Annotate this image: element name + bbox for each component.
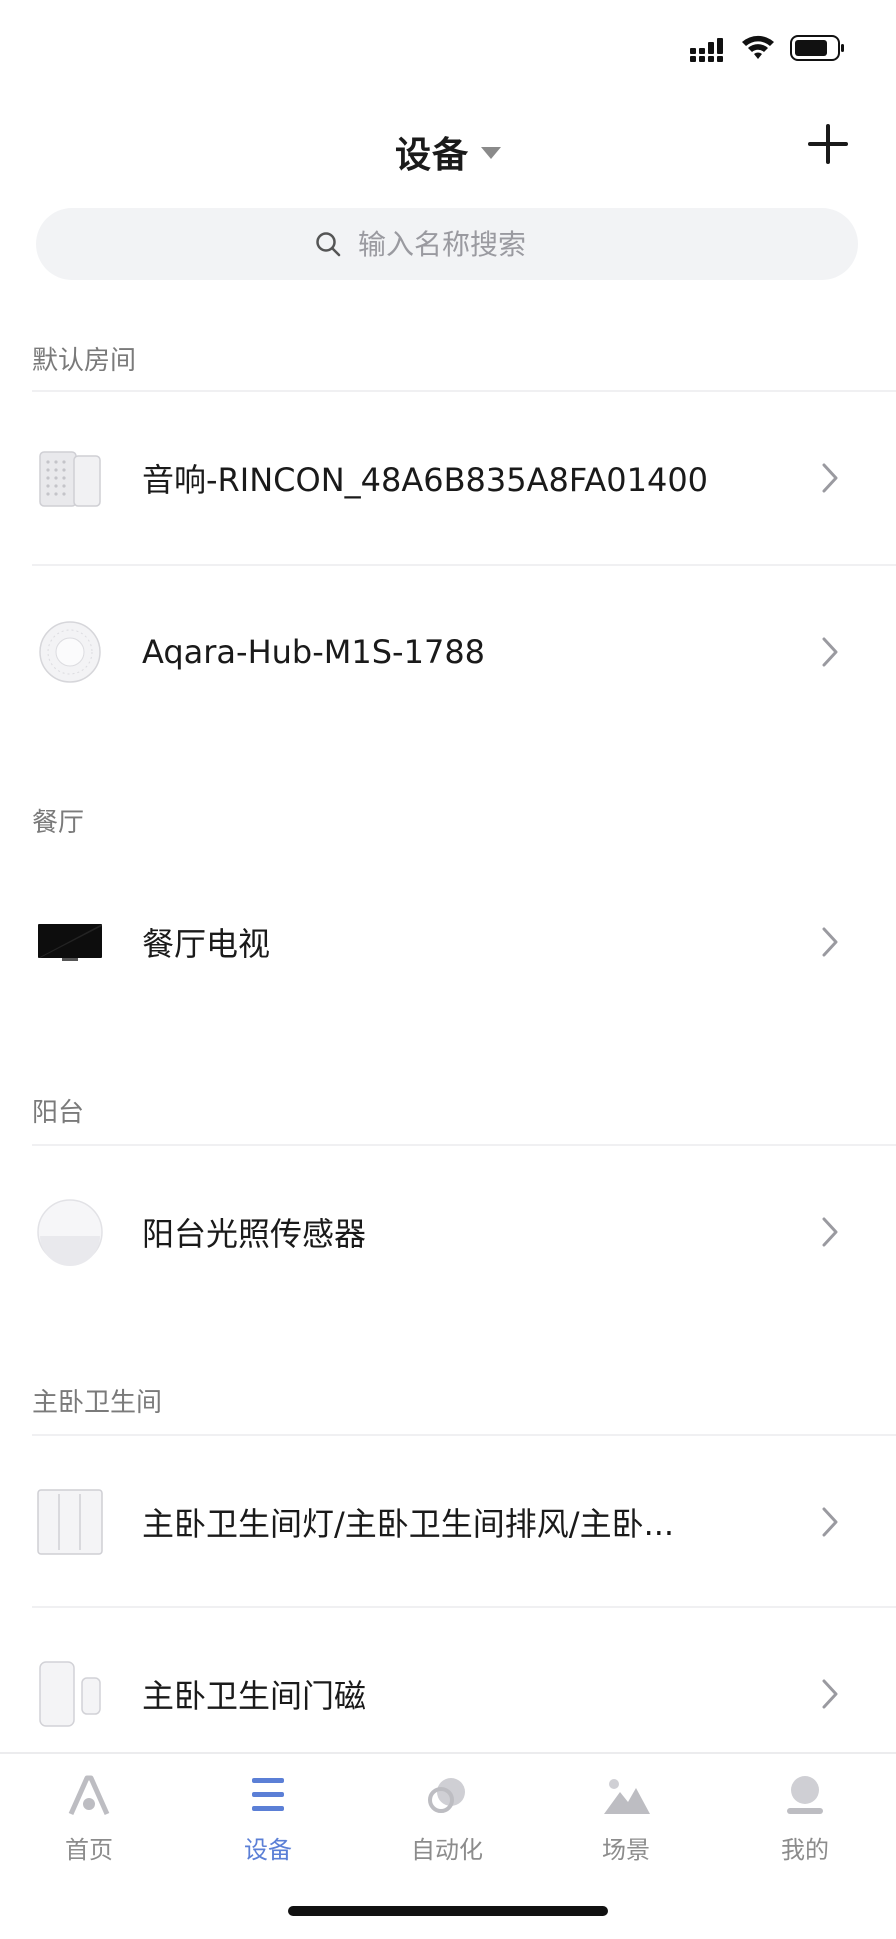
tab-automation[interactable]: 自动化 <box>387 1772 507 1882</box>
automation-icon <box>428 1778 465 1813</box>
section-label-dining-room: 餐厅 <box>32 808 85 838</box>
tab-label: 设备 <box>244 1836 292 1864</box>
cellular-signal-icon <box>690 38 723 62</box>
device-name: 餐厅电视 <box>142 925 271 963</box>
search-input[interactable] <box>356 226 580 262</box>
wifi-icon <box>742 35 774 59</box>
page-title-dropdown[interactable]: 设备 <box>0 126 896 178</box>
device-row-speaker[interactable]: 音响-RINCON_48A6B835A8FA01400 <box>0 392 896 564</box>
chevron-right-icon <box>822 1679 838 1709</box>
section-label-master-bathroom: 主卧卫生间 <box>32 1388 163 1418</box>
tab-label: 自动化 <box>411 1836 483 1864</box>
tab-label: 首页 <box>65 1836 113 1864</box>
profile-icon <box>787 1776 823 1814</box>
chevron-right-icon <box>822 1217 838 1247</box>
device-row-dining-tv[interactable]: 餐厅电视 <box>0 856 896 1028</box>
device-name: 音响-RINCON_48A6B835A8FA01400 <box>142 461 709 499</box>
device-row-hub[interactable]: Aqara-Hub-M1S-1788 <box>0 566 896 738</box>
add-device-button[interactable] <box>806 122 850 166</box>
device-name: 主卧卫生间灯/主卧卫生间排风/主卧... <box>142 1505 675 1543</box>
devices-list-icon <box>252 1778 284 1811</box>
chevron-right-icon <box>822 637 838 667</box>
chevron-right-icon <box>822 463 838 493</box>
scene-icon <box>604 1779 650 1814</box>
section-label-default-room: 默认房间 <box>32 346 137 376</box>
search-icon <box>316 232 341 257</box>
tab-scene[interactable]: 场景 <box>566 1772 686 1882</box>
chevron-right-icon <box>822 1507 838 1537</box>
dropdown-caret-icon <box>481 147 501 159</box>
device-name: Aqara-Hub-M1S-1788 <box>142 633 486 671</box>
tab-label: 场景 <box>602 1836 650 1864</box>
status-bar <box>0 0 896 90</box>
section-label-balcony: 阳台 <box>32 1098 85 1128</box>
tab-home[interactable]: 首页 <box>29 1772 149 1882</box>
door-sensor-icon <box>39 1661 101 1727</box>
tab-label: 我的 <box>781 1836 829 1864</box>
page-title: 设备 <box>394 135 469 176</box>
device-row-light-sensor[interactable]: 阳台光照传感器 <box>0 1146 896 1318</box>
speaker-icon <box>39 451 101 507</box>
wall-switch-icon <box>37 1489 103 1555</box>
tab-devices[interactable]: 设备 <box>208 1772 328 1882</box>
device-name: 主卧卫生间门磁 <box>142 1677 367 1715</box>
hub-icon <box>39 621 101 683</box>
home-indicator[interactable] <box>288 1906 608 1916</box>
header: 设备 <box>0 100 896 190</box>
home-icon <box>68 1775 110 1816</box>
light-sensor-icon <box>37 1199 103 1266</box>
device-name: 阳台光照传感器 <box>142 1215 367 1253</box>
battery-icon <box>790 35 844 61</box>
chevron-right-icon <box>822 927 838 957</box>
search-bar[interactable] <box>36 208 858 280</box>
tv-icon <box>38 924 102 961</box>
device-row-wall-switch[interactable]: 主卧卫生间灯/主卧卫生间排风/主卧... <box>0 1436 896 1608</box>
tab-profile[interactable]: 我的 <box>745 1772 865 1882</box>
